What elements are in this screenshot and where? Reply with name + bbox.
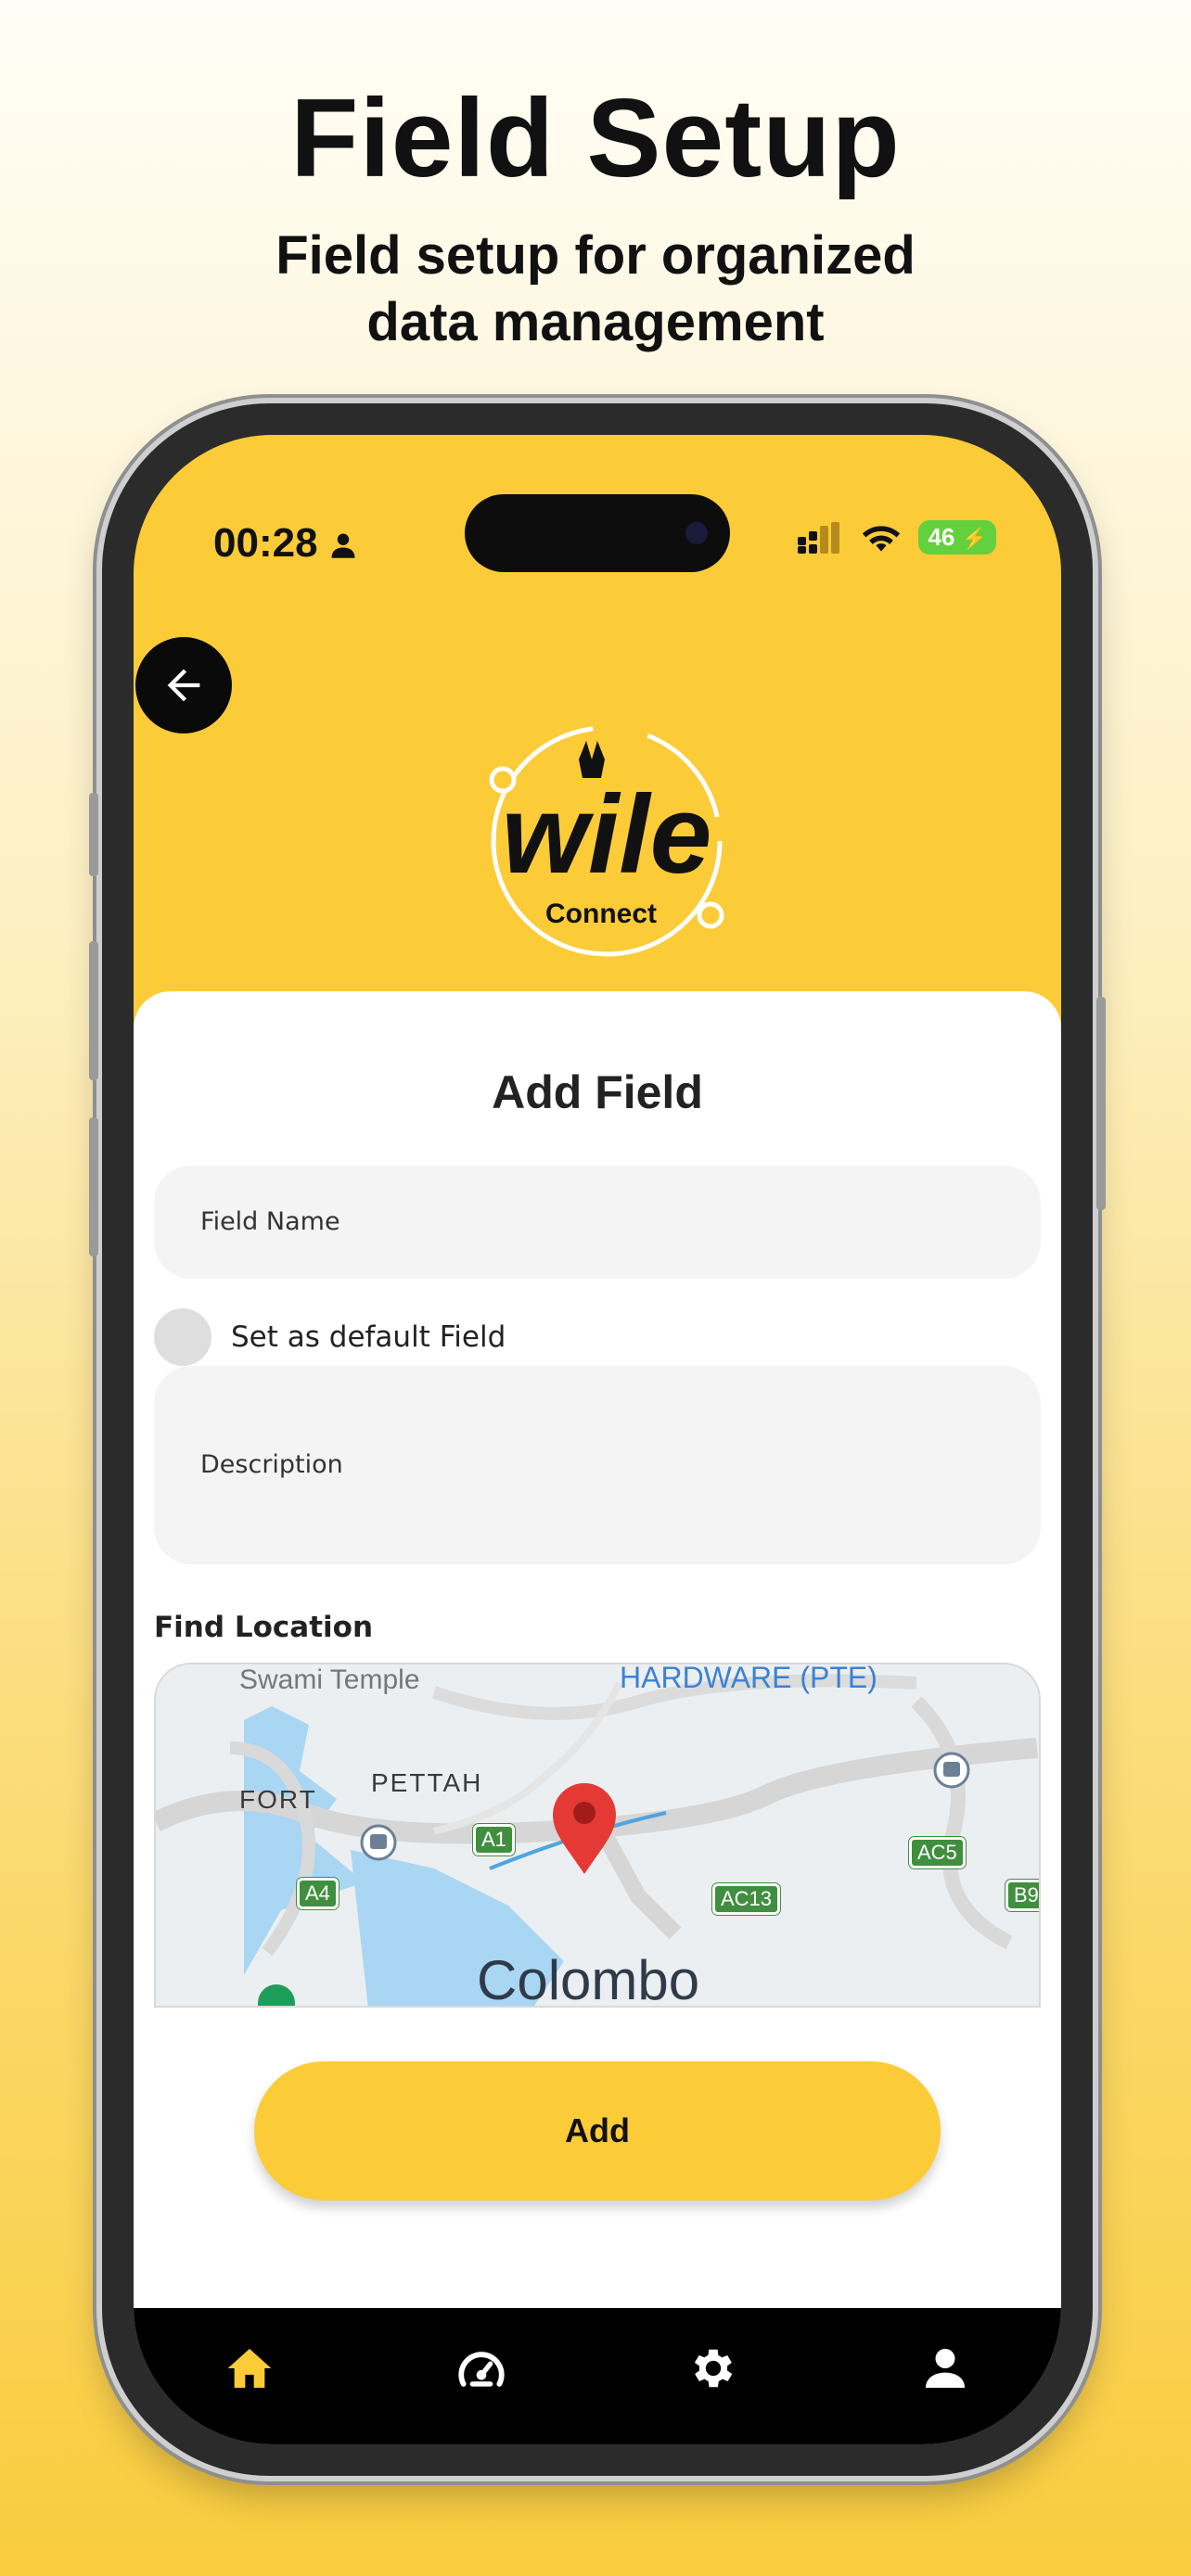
- home-icon: [227, 2349, 272, 2388]
- promo-subline: Field setup for organized data managemen…: [0, 223, 1191, 356]
- battery-indicator: 46 ⚡: [918, 520, 996, 555]
- dynamic-island: [465, 494, 730, 572]
- status-indicators: 46 ⚡: [798, 520, 996, 555]
- map-badge-ac13: AC13: [712, 1883, 781, 1915]
- status-bar: 00:28 46 ⚡: [134, 435, 1061, 574]
- charging-bolt-icon: ⚡: [961, 527, 987, 550]
- map-label-colombo: Colombo: [477, 1949, 700, 2008]
- promo-headline: Field Setup: [290, 76, 901, 200]
- form-sheet: Add Field Field Name Set as default Fiel…: [134, 991, 1061, 2308]
- park-icon: [258, 1984, 295, 2006]
- status-time-text: 00:28: [213, 520, 318, 566]
- app-logo: wile Connect: [449, 713, 764, 963]
- location-map[interactable]: Swami Temple HARDWARE (PTE) FORT PETTAH …: [154, 1663, 1041, 2008]
- map-badge-a1: A1: [473, 1824, 515, 1855]
- phone-action-button: [89, 793, 98, 876]
- nav-home[interactable]: [212, 2336, 287, 2401]
- transit-icon-2: [933, 1752, 970, 1789]
- find-location-label: Find Location: [154, 1611, 374, 1644]
- form-title: Add Field: [492, 1066, 703, 1118]
- app-screen: 00:28 46 ⚡ wile Connect Add Field Field …: [134, 435, 1061, 2444]
- back-button[interactable]: [135, 637, 232, 733]
- default-field-label: Set as default Field: [231, 1320, 506, 1354]
- phone-volume-up: [89, 941, 98, 1080]
- phone-volume-down: [89, 1117, 98, 1256]
- default-field-radio[interactable]: [154, 1308, 211, 1366]
- battery-level: 46: [928, 523, 955, 551]
- map-badge-ac5: AC5: [909, 1837, 966, 1868]
- description-input[interactable]: Description: [154, 1366, 1041, 1564]
- wifi-icon: [863, 525, 901, 552]
- map-label-swami: Swami Temple: [239, 1664, 420, 1695]
- location-pin-icon: [553, 1783, 616, 1874]
- person-icon: [331, 533, 355, 558]
- bottom-nav: [134, 2308, 1061, 2444]
- description-placeholder: Description: [200, 1450, 343, 1479]
- promo-subline-line-1: Field setup for organized: [275, 225, 916, 286]
- nav-dashboard[interactable]: [444, 2336, 519, 2401]
- status-time: 00:28: [213, 520, 357, 567]
- profile-icon: [926, 2349, 965, 2388]
- gear-icon: [694, 2349, 733, 2388]
- nav-profile[interactable]: [908, 2336, 982, 2401]
- phone-frame: 00:28 46 ⚡ wile Connect Add Field Field …: [89, 403, 1106, 2476]
- logo-subtext: Connect: [545, 899, 657, 929]
- camera-icon: [685, 522, 708, 544]
- map-label-pettah: PETTAH: [371, 1768, 483, 1797]
- promo-subline-line-2: data management: [366, 292, 825, 352]
- add-button[interactable]: Add: [254, 2061, 941, 2200]
- arrow-left-icon: [167, 669, 200, 702]
- field-name-placeholder: Field Name: [200, 1207, 340, 1236]
- map-badge-b9: B9: [1005, 1880, 1039, 1911]
- map-label-fort: FORT: [239, 1785, 317, 1814]
- field-name-input[interactable]: Field Name: [154, 1166, 1041, 1279]
- nav-settings[interactable]: [676, 2336, 750, 2401]
- logo-text: wile: [502, 772, 712, 897]
- transit-icon-1: [360, 1824, 397, 1861]
- logo-graphic: wile Connect: [489, 725, 724, 957]
- map-label-hardware: HARDWARE (PTE): [620, 1663, 877, 1694]
- cellular-signal-icon: [798, 521, 840, 554]
- dashboard-icon: [458, 2352, 505, 2387]
- map-badge-a4: A4: [297, 1878, 339, 1909]
- phone-power-button: [1096, 997, 1106, 1210]
